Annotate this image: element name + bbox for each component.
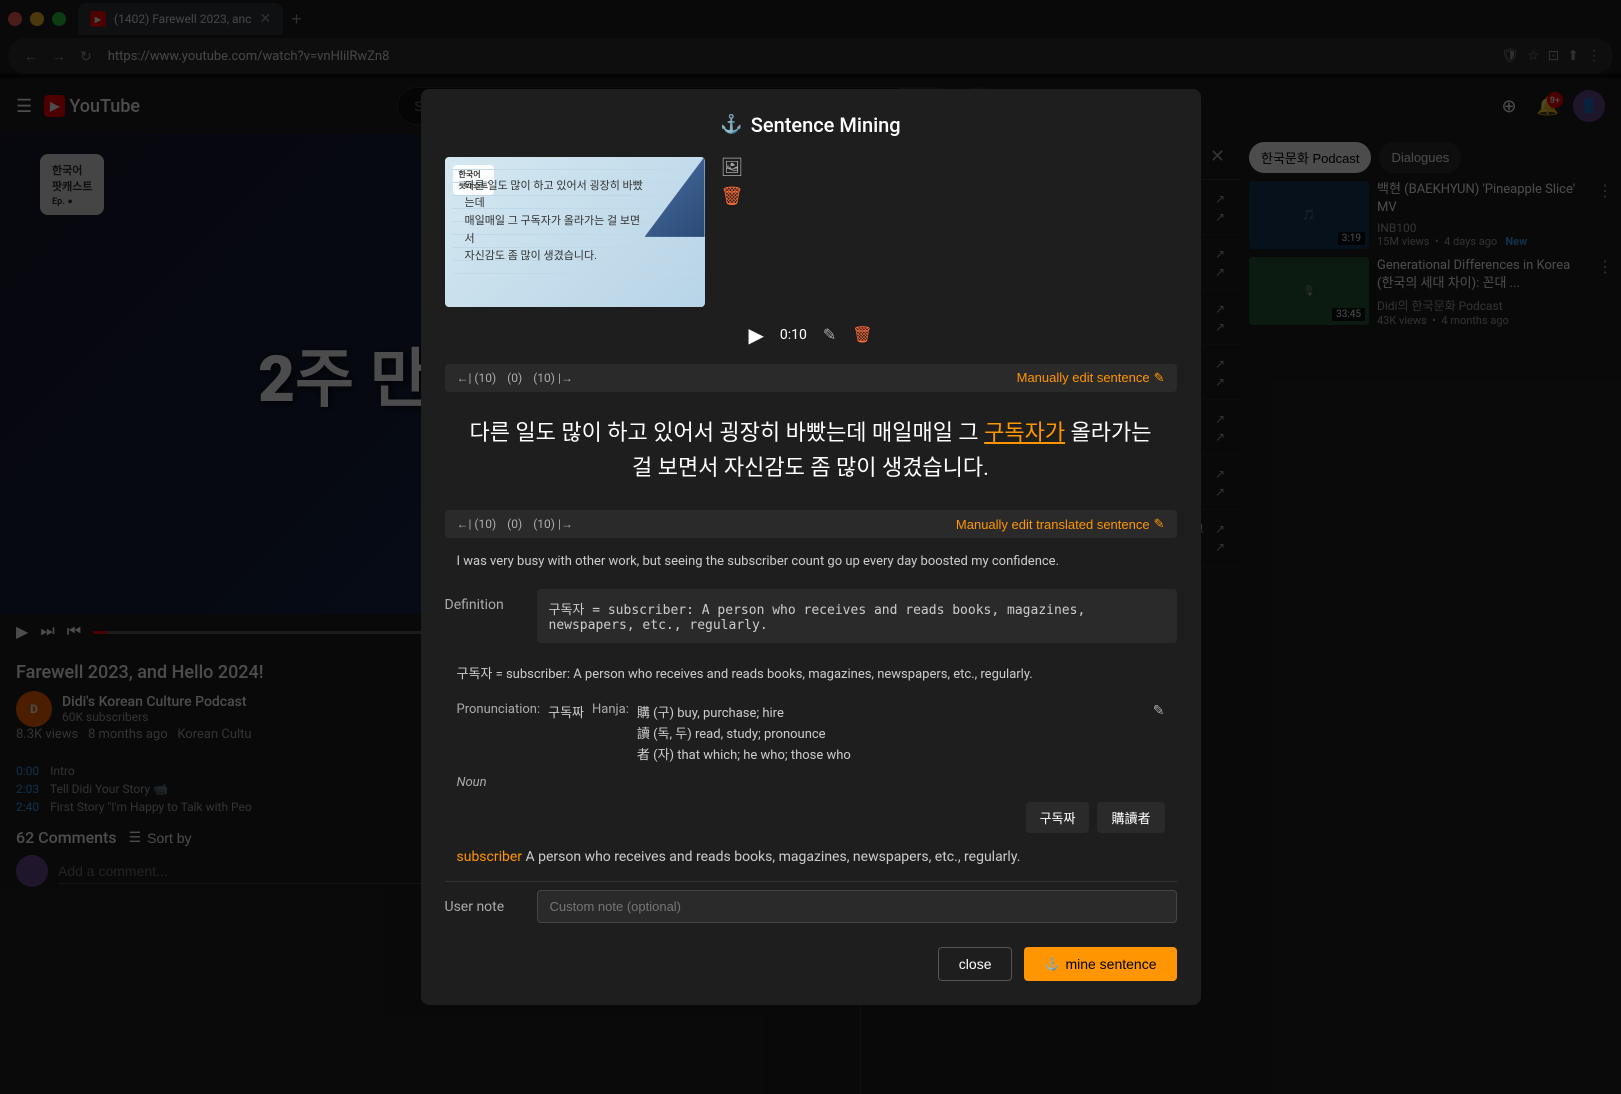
mine-anchor-icon: ⚓	[1044, 957, 1059, 971]
mine-sentence-button[interactable]: ⚓ mine sentence	[1024, 947, 1176, 981]
sentence-nav-top: ←| (10) (0) (10) |→ Manually edit senten…	[445, 364, 1177, 392]
definition-expanded: 구독자 = subscriber: A person who receives …	[445, 655, 1177, 690]
sentence-mining-modal: ⚓ Sentence Mining 한국어팟캐스트	[421, 89, 1201, 1005]
sentence-text-before: 다른 일도 많이 하고 있어서 굉장히 바빴는데 매일매일 그	[469, 421, 984, 446]
user-note-input[interactable]	[537, 890, 1177, 923]
card-text-overlay: 다른 일도 많이 하고 있어서 굉장히 바빴는데 매일매일 그 구독자가 올라가…	[465, 177, 645, 265]
hanja-char-1: 購 (구) buy, purchase; hire	[637, 702, 851, 721]
modal-header: ⚓ Sentence Mining	[445, 113, 1177, 137]
sentence-display: 다른 일도 많이 하고 있어서 굉장히 바빴는데 매일매일 그 구독자가 올라가…	[445, 400, 1177, 502]
hanja-char-2: 讀 (독, 두) read, study; pronounce	[637, 723, 851, 742]
edit-sentence-label: Manually edit sentence	[1017, 370, 1150, 385]
subscriber-line: subscriber A person who receives and rea…	[445, 841, 1177, 873]
trans-nav-zero-count: (0)	[507, 517, 522, 531]
card-image: 한국어팟캐스트 다른 일도 많이 하고 있어서 굉장히 바빴는데 매일매일 그 …	[445, 157, 705, 307]
nav-back-arrow[interactable]: ←| (10)	[457, 371, 497, 385]
card-area: 한국어팟캐스트 다른 일도 많이 하고 있어서 굉장히 바빴는데 매일매일 그 …	[445, 157, 1177, 307]
modal-edit-btn[interactable]: ✎	[823, 325, 836, 345]
edit-translation-btn[interactable]: Manually edit translated sentence ✎	[956, 516, 1165, 532]
card-image-btn[interactable]: 🖼	[721, 157, 744, 178]
hanja-chars: 購 (구) buy, purchase; hire 讀 (독, 두) read,…	[637, 702, 851, 763]
card-line-1	[453, 169, 697, 170]
definition-row: Definition 구독자 = subscriber: A person wh…	[445, 589, 1177, 643]
edit-sentence-icon: ✎	[1154, 370, 1165, 386]
modal-overlay: ⚓ Sentence Mining 한국어팟캐스트	[0, 0, 1621, 1094]
definition-box: 구독자 = subscriber: A person who receives …	[537, 589, 1177, 643]
card-text-line-3: 자신감도 좀 많이 생겼습니다.	[465, 247, 645, 265]
nav-forward-arrow[interactable]: (10) |→	[533, 371, 573, 385]
subscriber-link[interactable]: subscriber	[457, 849, 523, 865]
modal-footer: close ⚓ mine sentence	[445, 939, 1177, 981]
card-text-line-1: 다른 일도 많이 하고 있어서 굉장히 바빴는데	[465, 177, 645, 212]
mine-btn-label: mine sentence	[1065, 956, 1156, 972]
hanja-btn-kanji[interactable]: 購讀者	[1097, 802, 1164, 833]
trans-nav-forward-arrow[interactable]: (10) |→	[533, 517, 573, 531]
hanja-label: Hanja:	[592, 702, 629, 717]
edit-translation-label: Manually edit translated sentence	[956, 517, 1150, 532]
translation-nav: ←| (10) (0) (10) |→ Manually edit transl…	[445, 510, 1177, 538]
hanja-btn-korean[interactable]: 구독짜	[1026, 802, 1090, 833]
trans-nav-back-count: ←| (10) (0) (10) |→	[457, 517, 573, 531]
user-note-row: User note	[445, 890, 1177, 923]
trans-nav-back-arrow[interactable]: ←| (10)	[457, 517, 497, 531]
sentence-highlighted-word[interactable]: 구독자가	[984, 421, 1065, 446]
subscriber-def-text: A person who receives and reads books, m…	[522, 849, 1020, 865]
modal-divider	[445, 881, 1177, 882]
anchor-icon: ⚓	[720, 114, 742, 135]
modal-delete-btn[interactable]: 🗑	[852, 325, 872, 345]
modal-time-display: 0:10	[780, 327, 807, 343]
hanja-buttons: 구독짜 購讀者	[445, 802, 1177, 833]
translation-text: I was very busy with other work, but see…	[445, 546, 1177, 577]
pronunciation-row: Pronunciation: 구독짜 Hanja: 購 (구) buy, pur…	[445, 698, 1177, 767]
playback-controls: ▶ 0:10 ✎ 🗑	[445, 323, 1177, 348]
pronunciation-label: Pronunciation:	[457, 702, 541, 717]
card-delete-btn[interactable]: 🗑	[721, 186, 744, 207]
nav-back-count: ←| (10) (0) (10) |→	[457, 371, 573, 385]
card-actions: 🖼 🗑	[721, 157, 744, 207]
modal-play-button[interactable]: ▶	[748, 323, 763, 348]
edit-translation-icon: ✎	[1154, 516, 1165, 532]
modal-close-button[interactable]: close	[938, 947, 1013, 981]
hanja-char-3: 者 (자) that which; he who; those who	[637, 744, 851, 763]
modal-title: Sentence Mining	[751, 113, 901, 137]
noun-label: Noun	[445, 771, 1177, 794]
card-text-line-2: 매일매일 그 구독자가 올라가는 걸 보면서	[465, 212, 645, 247]
pronunciation-korean: 구독짜	[548, 702, 584, 721]
card-line-9	[453, 273, 697, 274]
user-note-label: User note	[445, 899, 525, 915]
nav-zero-count: (0)	[507, 371, 522, 385]
pronunciation-edit-btn[interactable]: ✎	[1153, 702, 1165, 719]
definition-label: Definition	[445, 589, 525, 613]
edit-sentence-btn[interactable]: Manually edit sentence ✎	[1017, 370, 1165, 386]
